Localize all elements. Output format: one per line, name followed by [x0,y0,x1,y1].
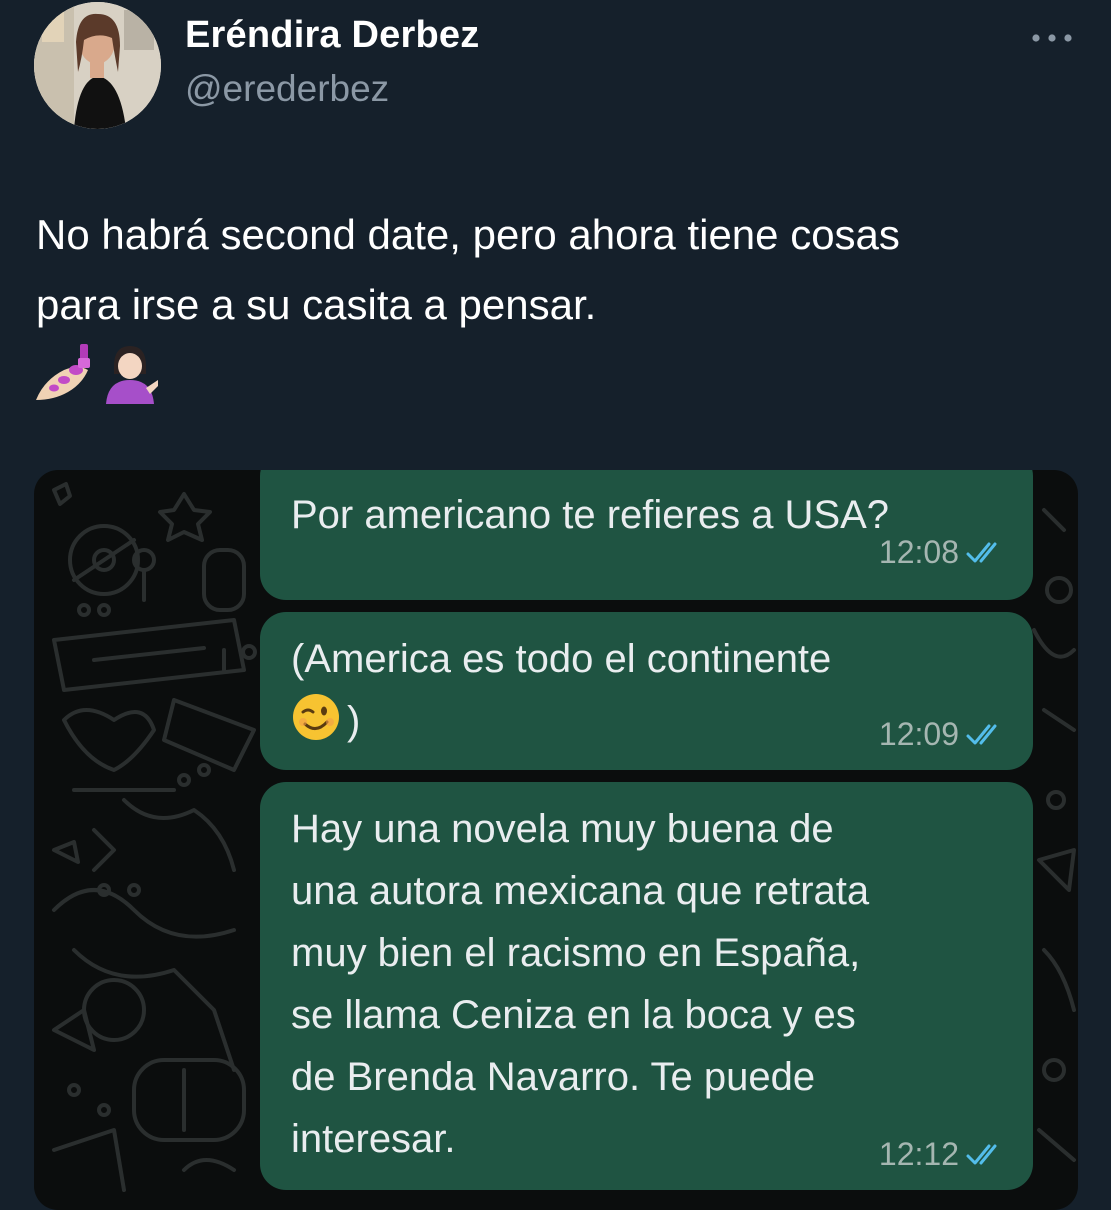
tweet-text-line: No habrá second date, pero ahora tiene c… [36,211,900,258]
double-check-icon [965,540,1005,566]
tweet-text: No habrá second date, pero ahora tiene c… [36,200,1076,340]
message-text-line: se llama Ceniza en la boca y es [291,993,856,1037]
avatar-photo [34,2,161,129]
tweet-text-line: para irse a su casita a pensar. [36,281,597,328]
message-text-line: Hay una novela muy buena de [291,807,834,851]
message-text-line: una autora mexicana que retrata [291,869,870,913]
message-text-line: muy bien el racismo en España, [291,931,861,975]
more-options-button[interactable] [1028,22,1076,54]
avatar[interactable] [34,2,161,129]
chat-message[interactable]: Por americano te refieres a USA? 12:08 [260,470,1033,600]
attached-image[interactable]: Por americano te refieres a USA? 12:08 (… [34,470,1078,1210]
author-display-name[interactable]: Eréndira Derbez [185,14,479,57]
message-text-line: ) [291,690,360,760]
message-time: 12:08 [878,534,959,570]
ellipsis-icon [1032,34,1072,42]
author-handle[interactable]: @erederbez [185,68,389,110]
message-time: 12:12 [878,1136,959,1172]
chat-message[interactable]: Hay una novela muy buena de una autora m… [260,782,1033,1190]
message-text-line: interesar. [291,1117,456,1161]
chat-message[interactable]: (America es todo el continente ) 12:09 [260,612,1033,770]
message-meta: 12:08 [879,534,1005,571]
message-time: 12:09 [878,716,959,752]
message-meta: 12:12 [879,1136,1005,1173]
woman-tipping-hand-emoji [106,346,158,404]
message-meta: 12:09 [879,716,1005,753]
message-text: Por americano te refieres a USA? [291,493,890,537]
double-check-icon [965,722,1005,748]
message-text: (America es todo el continente [291,637,832,681]
message-text-tail: ) [347,699,361,743]
winking-face-emoji [291,692,341,760]
nail-polish-emoji [36,344,90,400]
double-check-icon [965,1142,1005,1168]
message-text-line: de Brenda Navarro. Te puede [291,1055,816,1099]
